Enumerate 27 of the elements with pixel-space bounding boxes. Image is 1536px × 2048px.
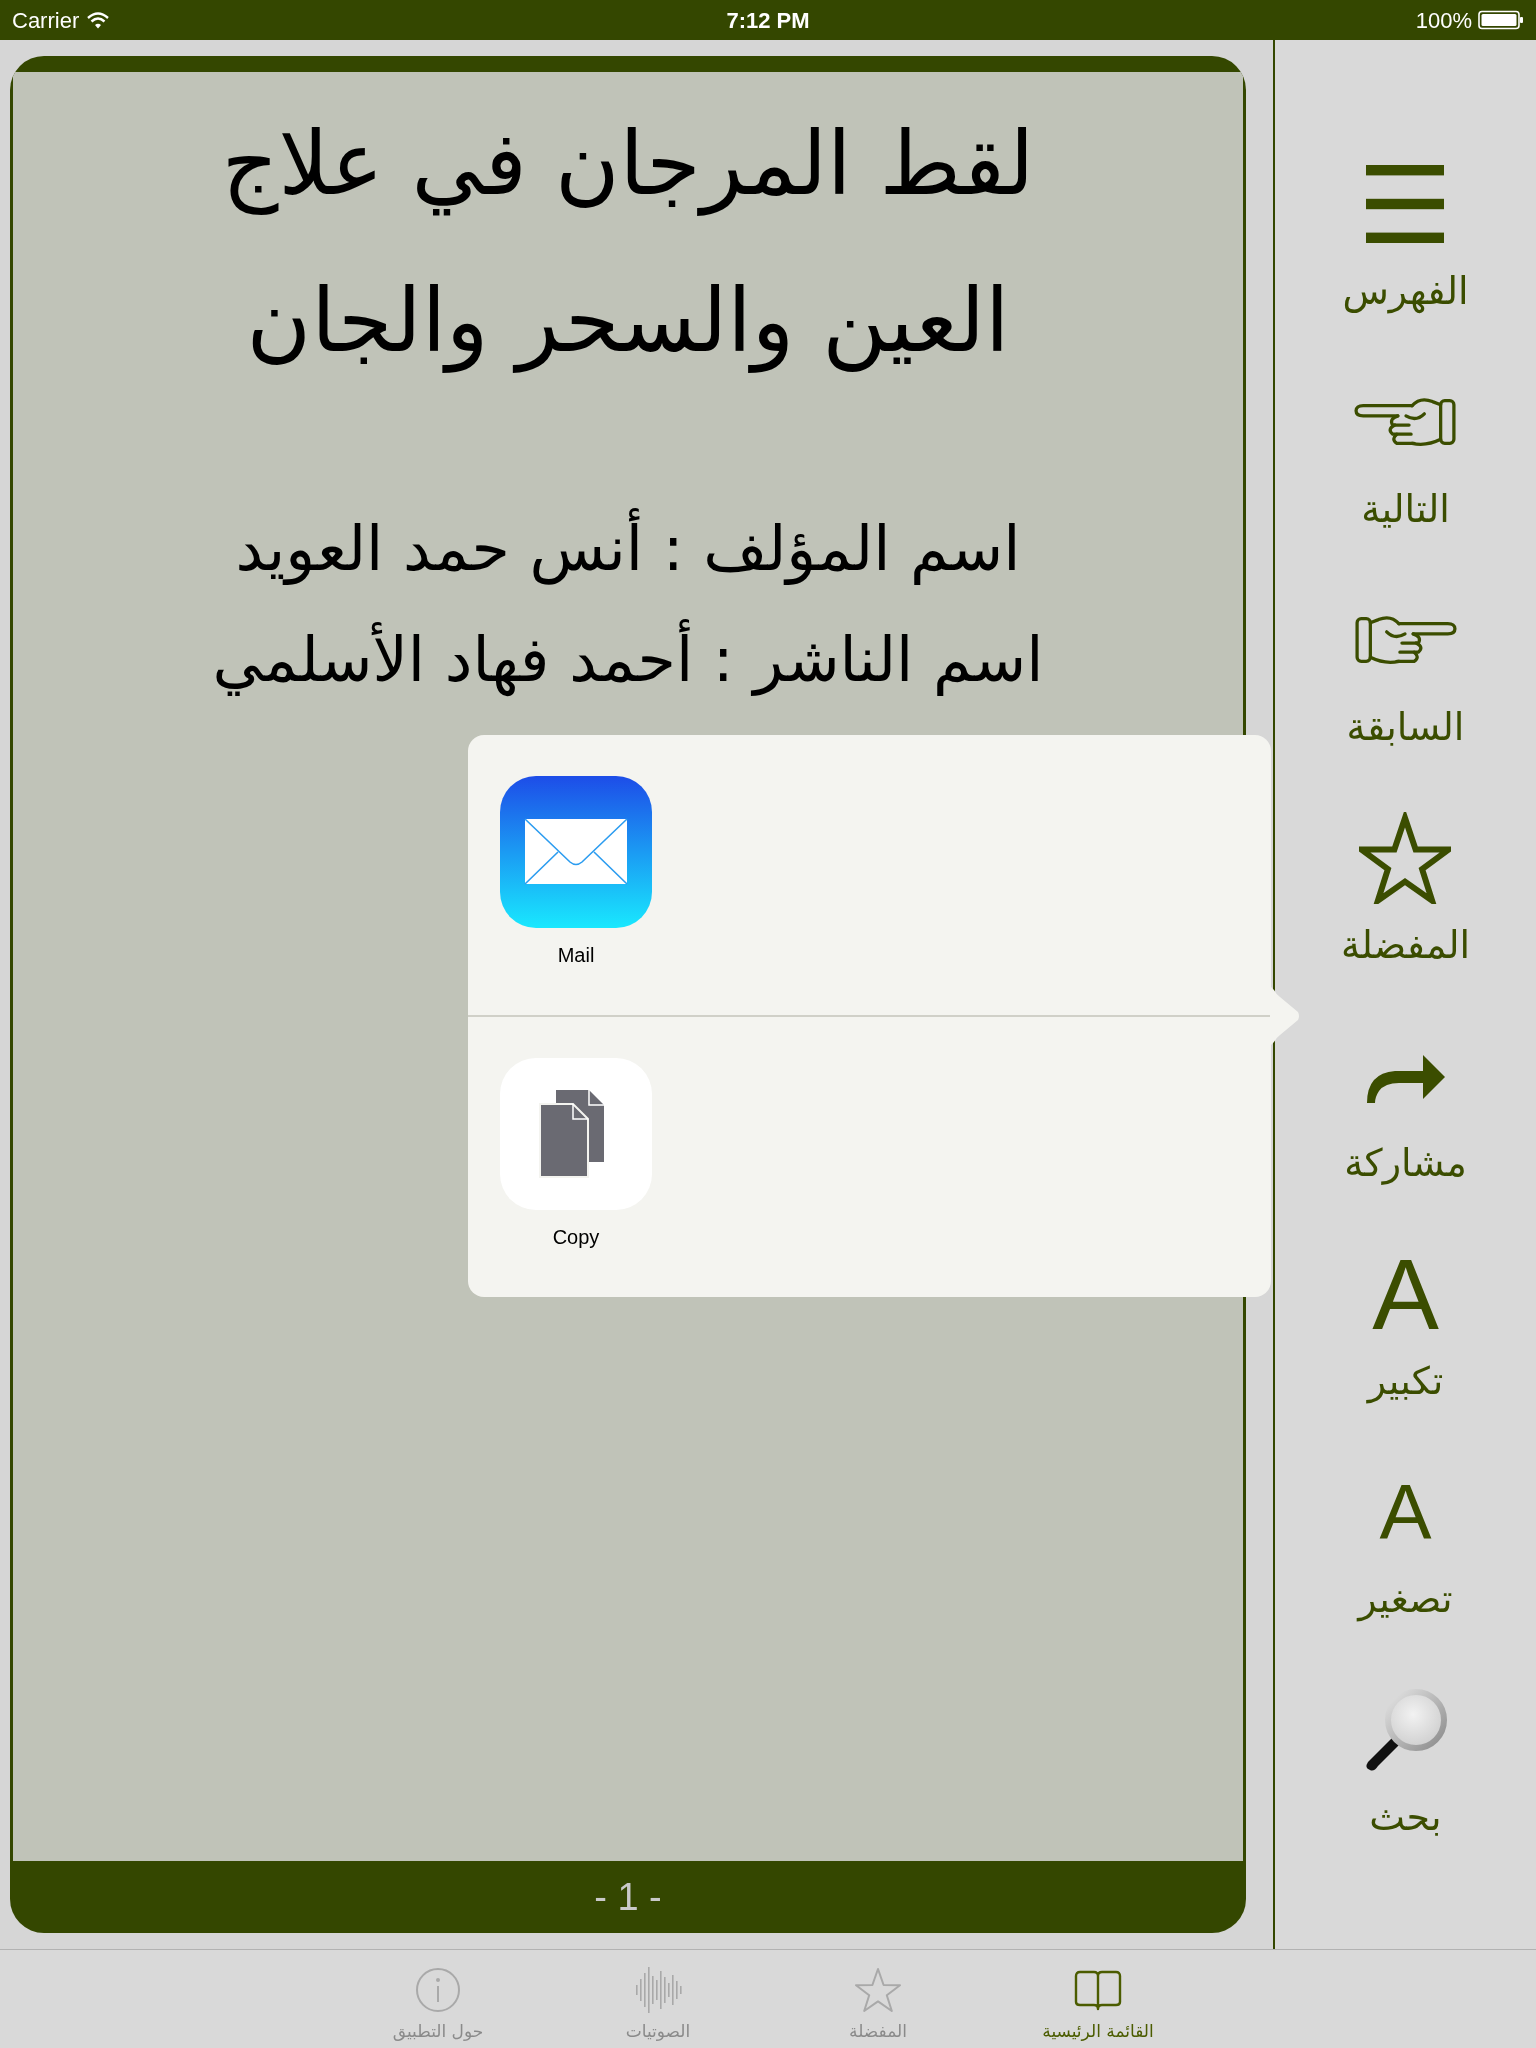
star-icon — [855, 1967, 901, 2013]
previous-button[interactable]: السابقة — [1342, 592, 1469, 752]
menu-button[interactable]: الفهرس — [1338, 156, 1473, 316]
battery-icon — [1478, 10, 1524, 30]
small-letter-icon: A — [1379, 1472, 1432, 1552]
sound-wave-icon — [633, 1966, 683, 2014]
mail-app-icon — [500, 776, 652, 928]
share-button[interactable]: مشاركة — [1340, 1028, 1471, 1188]
mail-share-button[interactable]: Mail — [500, 776, 652, 970]
book-title: لقط المرجان في علاج العين والسحر والجان — [221, 111, 1035, 375]
menu-icon — [1366, 165, 1445, 243]
clock-time: 7:12 PM — [726, 6, 810, 35]
page-number: - 1 - — [594, 1874, 662, 1920]
search-button[interactable]: بحث — [1357, 1682, 1454, 1842]
favorite-button[interactable]: المفضلة — [1336, 810, 1475, 970]
publisher-line: اسم الناشر : أحمد فهاد الأسلمي — [212, 604, 1044, 715]
author-line: اسم المؤلف : أنس حمد العويد — [235, 493, 1021, 604]
wifi-icon — [87, 11, 110, 29]
next-button[interactable]: التالية — [1348, 374, 1463, 534]
copy-documents-icon — [500, 1058, 652, 1210]
info-icon — [415, 1967, 461, 2013]
copy-share-button[interactable]: Copy — [500, 1058, 652, 1252]
tab[interactable]: القائمة الرئيسية — [988, 1950, 1208, 2048]
large-letter-icon: A — [1372, 1246, 1439, 1342]
star-icon — [1359, 812, 1452, 904]
battery-percent: 100% — [1415, 6, 1472, 35]
carrier-name: Carrier — [12, 6, 80, 35]
